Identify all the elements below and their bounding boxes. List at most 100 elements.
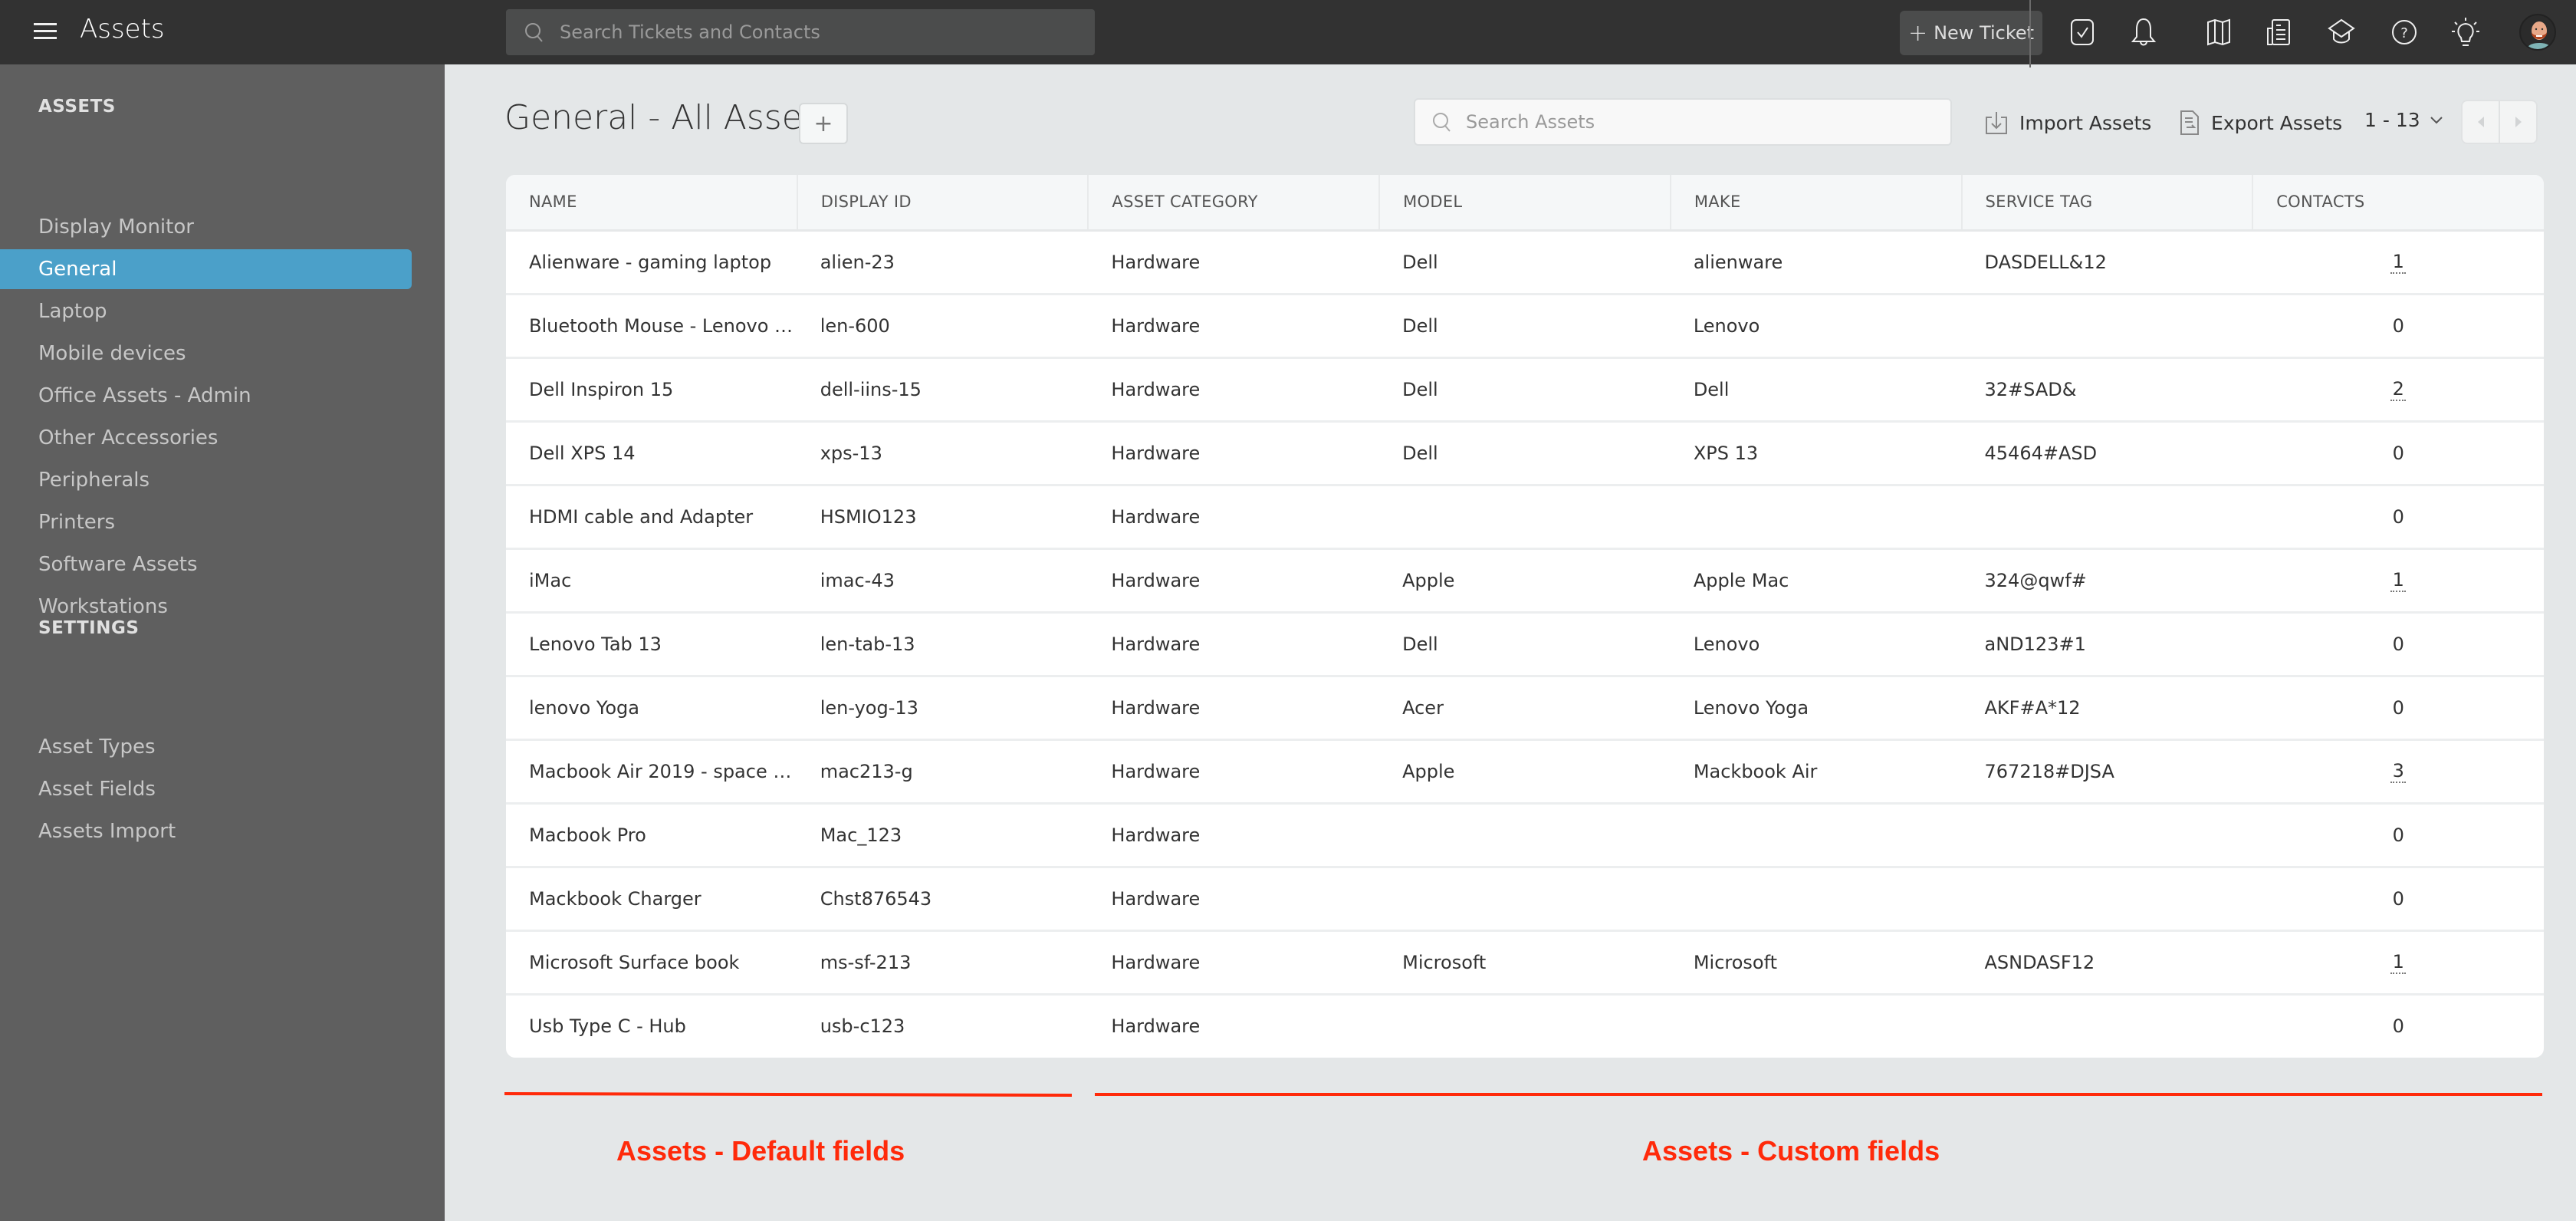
sidebar-item-display-monitor[interactable]: Display Monitor [0, 207, 412, 247]
sidebar-item-asset-types[interactable]: Asset Types [0, 727, 412, 767]
cell-make: Lenovo Yoga [1670, 676, 1962, 741]
news-icon[interactable] [2262, 15, 2295, 49]
cell-model: Acer [1379, 676, 1671, 741]
asset-search-box[interactable] [1414, 98, 1952, 146]
cell-service-tag: 32#SAD& [1961, 357, 2253, 423]
table-row[interactable]: Bluetooth Mouse - Lenovo … len-600 Hardwar… [506, 294, 2544, 359]
cell-contacts: 0 [2252, 421, 2544, 486]
default-fields-annotation: Assets - Default fields [616, 1135, 905, 1167]
map-icon[interactable] [2202, 15, 2236, 49]
sidebar-item-general[interactable]: General [0, 249, 412, 289]
caret-right-icon [2515, 117, 2522, 127]
column-header-model[interactable]: MODEL [1379, 175, 1671, 232]
cell-service-tag [1962, 994, 2253, 1058]
cell-model [1379, 485, 1671, 550]
custom-fields-bracket-line [1095, 1093, 2542, 1096]
next-page-button[interactable] [2500, 101, 2536, 143]
contacts-count: 0 [2392, 442, 2404, 464]
cell-display-id: dell-iins-15 [797, 357, 1089, 423]
bell-icon[interactable] [2127, 15, 2160, 49]
cell-model [1379, 867, 1671, 932]
cell-category: Hardware [1088, 294, 1380, 359]
column-header-make[interactable]: MAKE [1670, 175, 1963, 232]
sidebar-item-printers[interactable]: Printers [0, 502, 412, 542]
contacts-count-link[interactable]: 1 [2390, 569, 2407, 592]
cell-category: Hardware [1088, 867, 1380, 932]
cell-display-id: alien-23 [797, 230, 1089, 295]
table-row[interactable]: lenovo Yoga len-yog-13 Hardware Acer Lenovo … [506, 676, 2544, 741]
hamburger-menu-icon[interactable] [34, 23, 57, 40]
cell-category: Hardware [1088, 612, 1380, 677]
cell-contacts: 0 [2252, 485, 2544, 550]
top-bar-divider [2029, 0, 2031, 67]
sidebar-item-asset-fields[interactable]: Asset Fields [0, 769, 412, 809]
caret-left-icon [2477, 117, 2484, 127]
cell-service-tag [1961, 485, 2253, 550]
table-row[interactable]: Macbook Air 2019 - space … mac213-g Hardwa… [506, 739, 2544, 805]
contacts-count-link[interactable]: 2 [2390, 378, 2407, 401]
help-icon[interactable]: ? [2387, 15, 2421, 49]
export-assets-button[interactable]: Export Assets [2179, 107, 2342, 138]
sidebar-item-software-assets[interactable]: Software Assets [0, 545, 412, 584]
cell-service-tag: ASNDASF12 [1961, 930, 2253, 996]
column-header-asset-category[interactable]: ASSET CATEGORY [1088, 175, 1381, 232]
table-row[interactable]: Dell XPS 14 xps-13 Hardware Dell XPS 13 45464… [506, 421, 2544, 486]
sidebar-item-peripherals[interactable]: Peripherals [0, 460, 412, 500]
cell-service-tag: DASDELL&12 [1961, 230, 2253, 295]
cell-name: iMac [506, 548, 797, 614]
table-row[interactable]: iMac imac-43 Hardware Apple Apple Mac 324@qwf… [506, 548, 2544, 614]
add-asset-button[interactable]: + [799, 103, 848, 144]
column-header-contacts[interactable]: CONTACTS [2252, 175, 2544, 232]
column-header-display-id[interactable]: DISPLAY ID [797, 175, 1089, 232]
lightbulb-icon[interactable] [2449, 15, 2482, 49]
sidebar-item-mobile-devices[interactable]: Mobile devices [0, 334, 412, 374]
cell-name: lenovo Yoga [506, 676, 797, 741]
cell-display-id: mac213-g [797, 739, 1089, 805]
table-row[interactable]: Usb Type C - Hub usb-c123 Hardware 0 [506, 994, 2544, 1058]
import-assets-label: Import Assets [2019, 111, 2152, 134]
table-row[interactable]: Microsoft Surface book ms-sf-213 Hardware M… [506, 930, 2544, 996]
table-row[interactable]: Dell Inspiron 15 dell-iins-15 Hardware Dell… [506, 357, 2544, 423]
cell-make: Apple Mac [1670, 548, 1962, 614]
asset-search-input[interactable] [1466, 111, 1926, 133]
sidebar-item-office-assets-admin[interactable]: Office Assets - Admin [0, 376, 412, 416]
table-row[interactable]: Alienware - gaming laptop alien-23 Hardwar… [506, 230, 2544, 295]
import-assets-button[interactable]: Import Assets [1984, 107, 2151, 138]
table-row[interactable]: Lenovo Tab 13 len-tab-13 Hardware Dell Lenov… [506, 612, 2544, 677]
contacts-count-link[interactable]: 3 [2390, 760, 2407, 783]
export-icon [2180, 110, 2199, 135]
cell-model: Dell [1379, 421, 1671, 486]
previous-page-button[interactable] [2463, 101, 2500, 143]
column-header-name[interactable]: NAME [506, 175, 798, 232]
contacts-count: 0 [2392, 824, 2404, 846]
cell-name: Usb Type C - Hub [529, 1015, 686, 1038]
cell-service-tag: 767218#DJSA [1961, 739, 2253, 805]
cell-category: Hardware [1088, 803, 1380, 868]
sidebar-item-assets-import[interactable]: Assets Import [0, 811, 412, 851]
table-row[interactable]: HDMI cable and Adapter HSMIO123 Hardware 0 [506, 485, 2544, 550]
cell-make: alienware [1670, 230, 1962, 295]
new-ticket-button[interactable]: + New Ticket [1900, 11, 2042, 55]
contacts-count-link[interactable]: 1 [2390, 951, 2407, 974]
contacts-count-link[interactable]: 1 [2390, 251, 2407, 274]
cell-model: Dell [1379, 230, 1671, 295]
table-row[interactable]: Mackbook Charger Chst876543 Hardware 0 [506, 867, 2544, 932]
global-search-input[interactable] [560, 21, 1050, 43]
user-avatar[interactable] [2519, 14, 2556, 51]
table-row[interactable]: Macbook Pro Mac_123 Hardware 0 [506, 803, 2544, 868]
pagination-dropdown[interactable]: 1 - 13 [2364, 109, 2443, 131]
sidebar-item-laptop[interactable]: Laptop [0, 291, 412, 331]
cell-name: HDMI cable and Adapter [506, 485, 797, 550]
cell-name: Bluetooth Mouse - Lenovo … [506, 294, 797, 359]
sidebar-item-other-accessories[interactable]: Other Accessories [0, 418, 412, 458]
cell-contacts: 0 [2252, 867, 2544, 932]
app-title: Assets [80, 14, 165, 44]
import-icon [1986, 112, 2007, 134]
cell-contacts: 0 [2252, 294, 2544, 359]
tasks-checkbox-icon[interactable] [2065, 15, 2099, 49]
cell-model [1379, 994, 1671, 1058]
global-search-box[interactable] [506, 9, 1095, 55]
column-header-service-tag[interactable]: SERVICE TAG [1961, 175, 2254, 232]
graduation-cap-icon[interactable] [2325, 15, 2358, 49]
pagination-nav [2461, 100, 2538, 144]
